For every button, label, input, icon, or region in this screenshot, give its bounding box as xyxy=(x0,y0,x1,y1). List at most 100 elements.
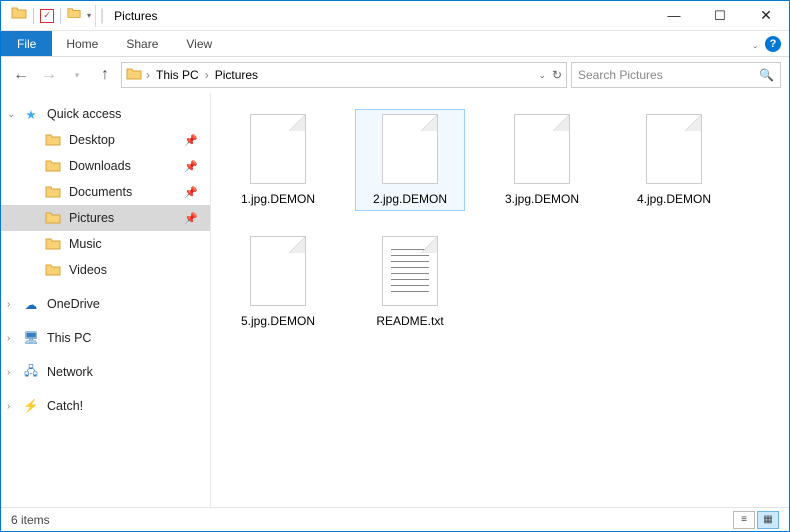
qat-separator xyxy=(33,8,34,24)
recent-locations-button[interactable]: ▾ xyxy=(65,63,89,87)
help-icon[interactable]: ? xyxy=(765,36,781,52)
search-input[interactable]: Search Pictures 🔍 xyxy=(571,62,781,88)
close-button[interactable]: ✕ xyxy=(743,1,789,31)
sidebar-label: This PC xyxy=(47,331,91,345)
explorer-window: ✓ ▾ | Pictures — ☐ ✕ File Home Share Vie… xyxy=(0,0,790,532)
ribbon-file-tab[interactable]: File xyxy=(1,31,52,56)
blank-file-icon xyxy=(514,114,570,184)
sidebar-item-pictures[interactable]: Pictures 📌 xyxy=(1,205,210,231)
icons-view-button[interactable]: ▦ xyxy=(757,511,779,529)
folder-qat-icon[interactable] xyxy=(67,6,81,25)
status-bar: 6 items ≡ ▦ xyxy=(1,507,789,531)
quick-access-toolbar: ✓ ▾ xyxy=(1,5,100,27)
ribbon: File Home Share View ˬ ? xyxy=(1,31,789,57)
sidebar-item-label: Downloads xyxy=(69,159,131,173)
sidebar-item-label: Documents xyxy=(69,185,132,199)
properties-icon[interactable]: ✓ xyxy=(40,9,54,23)
folder-icon xyxy=(45,210,61,226)
pin-icon: 📌 xyxy=(184,160,198,173)
file-name: 3.jpg.DEMON xyxy=(505,192,579,206)
star-icon: ★ xyxy=(23,106,39,122)
sidebar-quick-access[interactable]: ⌄ ★ Quick access xyxy=(1,101,210,127)
ribbon-expand-icon[interactable]: ˬ xyxy=(754,38,757,49)
back-button[interactable]: ← xyxy=(9,63,33,87)
minimize-button[interactable]: — xyxy=(651,1,697,31)
breadcrumb-pictures[interactable]: Pictures xyxy=(213,68,260,82)
sidebar-this-pc[interactable]: › 🖥 This PC xyxy=(1,325,210,351)
file-name: 1.jpg.DEMON xyxy=(241,192,315,206)
body: ⌄ ★ Quick access Desktop 📌 Downloads 📌 D… xyxy=(1,93,789,507)
folder-icon xyxy=(45,236,61,252)
status-item-count: 6 items xyxy=(11,513,50,527)
sidebar-item-label: Videos xyxy=(69,263,107,277)
file-item[interactable]: README.txt xyxy=(355,231,465,333)
chevron-down-icon[interactable]: ⌄ xyxy=(7,109,15,120)
sidebar-item-desktop[interactable]: Desktop 📌 xyxy=(1,127,210,153)
file-name: 4.jpg.DEMON xyxy=(637,192,711,206)
sidebar-network[interactable]: › 🖧 Network xyxy=(1,359,210,385)
computer-icon: 🖥 xyxy=(23,330,39,346)
file-item[interactable]: 5.jpg.DEMON xyxy=(223,231,333,333)
address-bar[interactable]: › This PC › Pictures ⌄ ↻ xyxy=(121,62,567,88)
pin-icon: 📌 xyxy=(184,134,198,147)
sidebar-item-music[interactable]: Music xyxy=(1,231,210,257)
ribbon-tab-home[interactable]: Home xyxy=(52,31,112,56)
address-bar-row: ← → ▾ ↑ › This PC › Pictures ⌄ ↻ Search … xyxy=(1,57,789,93)
sidebar-item-label: Desktop xyxy=(69,133,115,147)
maximize-button[interactable]: ☐ xyxy=(697,1,743,31)
file-name: README.txt xyxy=(376,314,443,328)
file-name: 5.jpg.DEMON xyxy=(241,314,315,328)
chevron-right-icon[interactable]: › xyxy=(7,401,10,412)
folder-icon xyxy=(45,184,61,200)
sidebar-label: Catch! xyxy=(47,399,83,413)
up-button[interactable]: ↑ xyxy=(93,63,117,87)
ribbon-tab-view[interactable]: View xyxy=(172,31,226,56)
file-item[interactable]: 1.jpg.DEMON xyxy=(223,109,333,211)
sidebar-label: OneDrive xyxy=(47,297,100,311)
pin-icon: 📌 xyxy=(184,212,198,225)
pin-icon: 📌 xyxy=(184,186,198,199)
refresh-icon[interactable]: ↻ xyxy=(552,68,562,82)
qat-separator xyxy=(60,8,61,24)
folder-icon xyxy=(45,158,61,174)
catch-icon: ⚡ xyxy=(23,398,39,414)
details-view-button[interactable]: ≡ xyxy=(733,511,755,529)
sidebar-label: Network xyxy=(47,365,93,379)
chevron-right-icon[interactable]: › xyxy=(7,333,10,344)
ribbon-tab-share[interactable]: Share xyxy=(112,31,172,56)
sidebar-item-label: Pictures xyxy=(69,211,114,225)
navigation-pane: ⌄ ★ Quick access Desktop 📌 Downloads 📌 D… xyxy=(1,93,211,507)
text-file-icon xyxy=(382,236,438,306)
folder-icon xyxy=(45,262,61,278)
blank-file-icon xyxy=(250,236,306,306)
window-controls: — ☐ ✕ xyxy=(651,1,789,31)
sidebar-item-videos[interactable]: Videos xyxy=(1,257,210,283)
breadcrumb-sep-icon: › xyxy=(146,68,150,82)
sidebar-item-label: Music xyxy=(69,237,102,251)
sidebar-label: Quick access xyxy=(47,107,121,121)
blank-file-icon xyxy=(250,114,306,184)
chevron-right-icon[interactable]: › xyxy=(7,299,10,310)
breadcrumb-this-pc[interactable]: This PC xyxy=(154,68,201,82)
folder-icon xyxy=(45,132,61,148)
file-item[interactable]: 3.jpg.DEMON xyxy=(487,109,597,211)
blank-file-icon xyxy=(382,114,438,184)
network-icon: 🖧 xyxy=(23,364,39,380)
sidebar-catch[interactable]: › ⚡ Catch! xyxy=(1,393,210,419)
titlebar: ✓ ▾ | Pictures — ☐ ✕ xyxy=(1,1,789,31)
search-icon: 🔍 xyxy=(759,68,774,82)
sidebar-item-downloads[interactable]: Downloads 📌 xyxy=(1,153,210,179)
qat-dropdown-icon[interactable]: ▾ xyxy=(87,11,91,20)
file-name: 2.jpg.DEMON xyxy=(373,192,447,206)
chevron-right-icon[interactable]: › xyxy=(7,367,10,378)
sidebar-onedrive[interactable]: › ☁ OneDrive xyxy=(1,291,210,317)
window-title: Pictures xyxy=(104,9,157,23)
breadcrumb-sep-icon: › xyxy=(205,68,209,82)
file-pane[interactable]: 1.jpg.DEMON 2.jpg.DEMON 3.jpg.DEMON 4.jp… xyxy=(211,93,789,507)
address-dropdown-icon[interactable]: ⌄ xyxy=(538,70,546,81)
file-item[interactable]: 2.jpg.DEMON xyxy=(355,109,465,211)
forward-button[interactable]: → xyxy=(37,63,61,87)
folder-app-icon xyxy=(11,5,27,26)
sidebar-item-documents[interactable]: Documents 📌 xyxy=(1,179,210,205)
file-item[interactable]: 4.jpg.DEMON xyxy=(619,109,729,211)
